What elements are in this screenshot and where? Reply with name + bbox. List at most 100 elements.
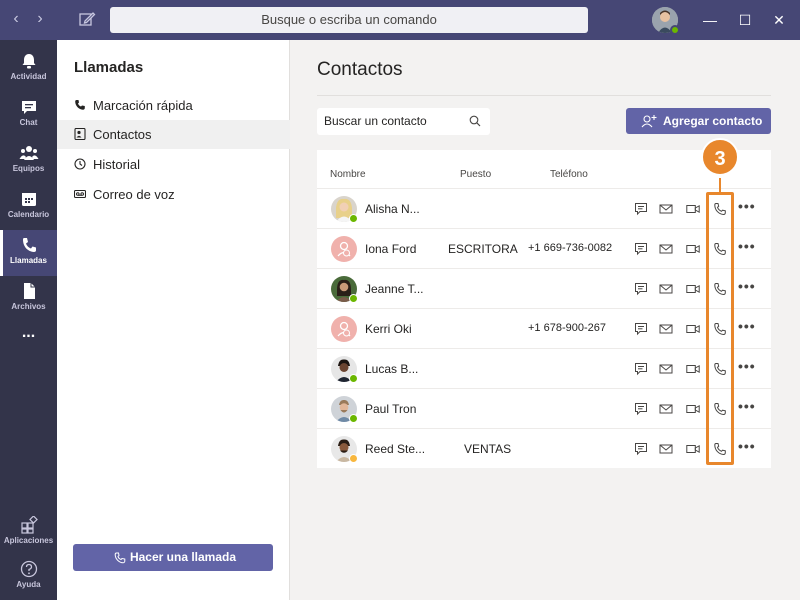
rail-label: Llamadas [10, 256, 47, 265]
presence-available-icon [349, 214, 358, 223]
rail-label: Chat [19, 118, 38, 127]
nav-item-voicemail[interactable]: Correo de voz [57, 180, 290, 209]
rail-item-files[interactable]: Archivos [0, 276, 57, 322]
more-options-icon[interactable]: ••• [738, 438, 756, 454]
bell-icon [22, 54, 35, 69]
chat-icon[interactable] [634, 402, 648, 416]
avatar [331, 316, 357, 342]
chat-icon[interactable] [634, 362, 648, 376]
nav-item-contacts[interactable]: Contactos [57, 120, 290, 149]
video-call-icon[interactable] [686, 402, 700, 416]
nav-item-history[interactable]: Historial [57, 150, 290, 179]
rail-label: Calendario [7, 210, 50, 219]
more-apps-icon[interactable]: ... [0, 324, 57, 370]
video-call-icon[interactable] [686, 242, 700, 256]
chat-icon[interactable] [634, 282, 648, 296]
rail-item-activity[interactable]: Actividad [0, 46, 57, 92]
video-call-icon[interactable] [686, 322, 700, 336]
add-person-icon [641, 115, 657, 128]
table-row[interactable]: Alisha N... ••• [317, 188, 771, 228]
callout-highlight [706, 192, 734, 465]
title-bar: ‹ › Busque o escriba un comando — ☐ ✕ [0, 0, 800, 40]
rail-item-help[interactable]: Ayuda [0, 554, 57, 600]
more-options-icon[interactable]: ••• [738, 318, 756, 334]
contact-name: Paul Tron [365, 402, 417, 416]
chat-icon[interactable] [634, 202, 648, 216]
pane-title: Llamadas [74, 59, 144, 76]
table-row[interactable]: Reed Ste... VENTAS ••• [317, 428, 771, 468]
rail-item-chat[interactable]: Chat [0, 92, 57, 138]
clock-icon [74, 158, 86, 170]
add-contact-button[interactable]: Agregar contacto [626, 108, 771, 134]
mail-icon[interactable] [659, 202, 673, 216]
compose-icon[interactable] [78, 10, 96, 28]
column-header-phone: Teléfono [550, 169, 588, 180]
nav-item-label: Historial [93, 157, 140, 172]
avatar [331, 236, 357, 262]
mail-icon[interactable] [659, 442, 673, 456]
phone-icon [114, 552, 126, 564]
chat-icon[interactable] [634, 322, 648, 336]
contacts-table: Nombre Puesto Teléfono Alisha N... ••• I… [317, 150, 771, 468]
contact-name: Iona Ford [365, 242, 417, 256]
search-icon[interactable] [469, 115, 481, 127]
page-title: Contactos [317, 59, 403, 80]
apps-icon [20, 516, 38, 534]
rail-item-teams[interactable]: Equipos [0, 138, 57, 184]
minimize-icon[interactable]: — [700, 10, 720, 30]
nav-item-label: Correo de voz [93, 187, 175, 202]
contact-search-input[interactable]: Buscar un contacto [317, 108, 490, 135]
video-call-icon[interactable] [686, 442, 700, 456]
close-icon[interactable]: ✕ [769, 10, 789, 30]
presence-available-icon [349, 414, 358, 423]
back-icon[interactable]: ‹ [6, 10, 26, 28]
mail-icon[interactable] [659, 242, 673, 256]
status-badge [670, 25, 680, 35]
table-row[interactable]: Kerri Oki +1 678-900-267 ••• [317, 308, 771, 348]
table-row[interactable]: Jeanne T... ••• [317, 268, 771, 308]
video-call-icon[interactable] [686, 362, 700, 376]
video-call-icon[interactable] [686, 282, 700, 296]
files-icon [23, 283, 35, 299]
contact-job: ESCRITORA [448, 242, 518, 256]
presence-available-icon [349, 294, 358, 303]
table-row[interactable]: Iona Ford ESCRITORA +1 669-736-0082 ••• [317, 228, 771, 268]
nav-item-speed-dial[interactable]: Marcación rápida [57, 91, 290, 120]
more-options-icon[interactable]: ••• [738, 198, 756, 214]
mail-icon[interactable] [659, 322, 673, 336]
contact-name: Reed Ste... [365, 442, 426, 456]
help-icon [20, 560, 37, 578]
contact-name: Jeanne T... [365, 282, 424, 296]
rail-label: Equipos [12, 164, 45, 173]
table-row[interactable]: Paul Tron ••• [317, 388, 771, 428]
mail-icon[interactable] [659, 362, 673, 376]
video-call-icon[interactable] [686, 202, 700, 216]
more-options-icon[interactable]: ••• [738, 358, 756, 374]
contact-name: Lucas B... [365, 362, 419, 376]
mail-icon[interactable] [659, 282, 673, 296]
rail-item-calendar[interactable]: Calendario [0, 184, 57, 230]
contact-card-icon [74, 128, 86, 140]
command-search-input[interactable]: Busque o escriba un comando [110, 7, 588, 33]
rail-item-apps[interactable]: Aplicaciones [0, 510, 57, 556]
chat-icon[interactable] [634, 442, 648, 456]
add-contact-label: Agregar contacto [663, 114, 763, 128]
more-options-icon[interactable]: ••• [738, 398, 756, 414]
mail-icon[interactable] [659, 402, 673, 416]
nav-item-label: Contactos [93, 127, 152, 142]
table-row[interactable]: Lucas B... ••• [317, 348, 771, 388]
presence-away-icon [349, 454, 358, 463]
chat-icon[interactable] [634, 242, 648, 256]
forward-icon[interactable]: › [30, 10, 50, 28]
make-call-button[interactable]: Hacer una llamada [73, 544, 273, 571]
maximize-icon[interactable]: ☐ [735, 10, 755, 30]
contact-search-placeholder: Buscar un contacto [324, 114, 427, 128]
more-options-icon[interactable]: ••• [738, 278, 756, 294]
teams-icon [19, 146, 38, 160]
rail-item-calls[interactable]: Llamadas [0, 230, 57, 276]
more-options-icon[interactable]: ••• [738, 238, 756, 254]
contact-phone: +1 678-900-267 [528, 322, 606, 334]
contact-phone: +1 669-736-0082 [528, 242, 613, 254]
contact-name: Alisha N... [365, 202, 420, 216]
calls-pane: Llamadas Marcación rápida Contactos Hist… [57, 40, 290, 600]
